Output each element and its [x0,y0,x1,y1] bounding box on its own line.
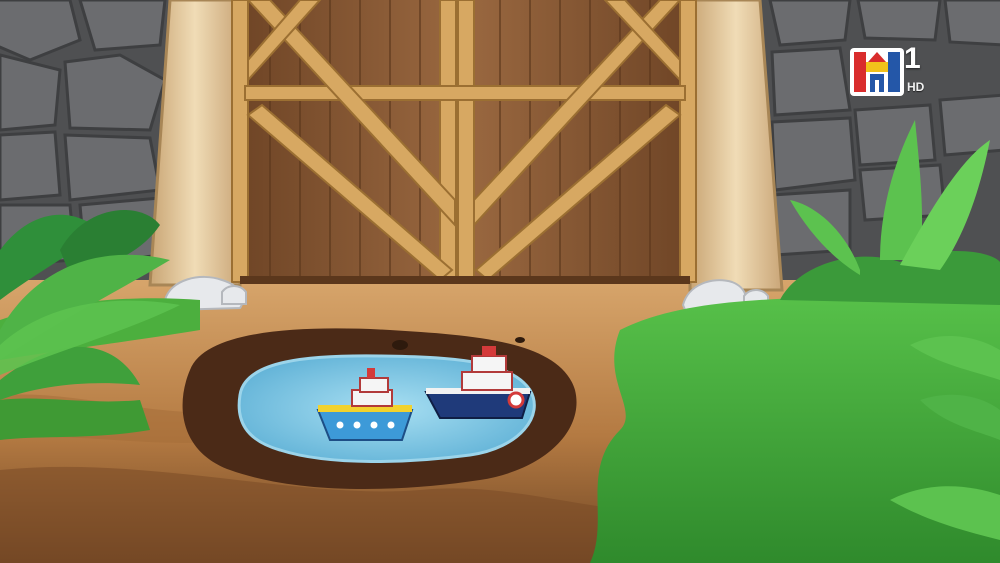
channel-number: 1 [904,42,921,75]
barn-door [231,0,697,284]
hd-badge: HD [907,80,925,94]
scene-canvas: 1 HD [0,0,1000,563]
channel-logo: 1 HD [848,42,932,100]
